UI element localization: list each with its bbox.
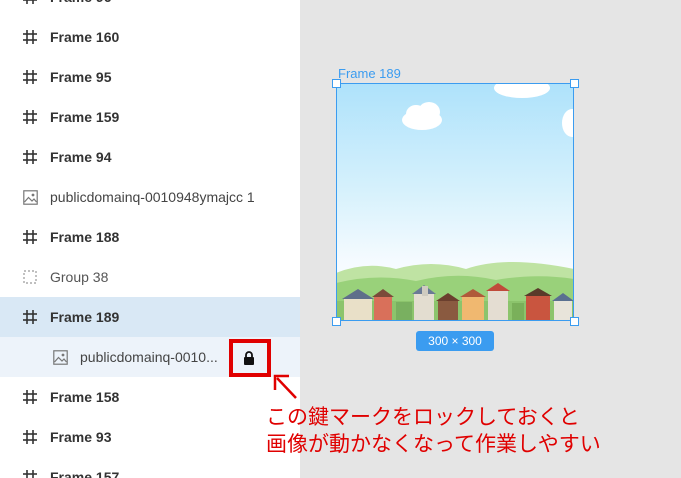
group-icon bbox=[22, 269, 38, 285]
annotation-line-1: この鍵マークをロックしておくと bbox=[266, 405, 580, 429]
selection-border bbox=[336, 83, 574, 321]
layer-label: Frame 94 bbox=[50, 149, 112, 165]
layer-label: Frame 160 bbox=[50, 29, 120, 45]
layer-row[interactable]: Frame 93 bbox=[0, 417, 300, 457]
annotation-text: この鍵マークをロックしておくと 画像が動かなくなって作業しやすい bbox=[266, 404, 601, 458]
layer-label: Frame 96 bbox=[50, 0, 111, 5]
frame-icon bbox=[22, 469, 38, 478]
layer-label: publicdomainq-0010... bbox=[80, 349, 218, 365]
layer-row[interactable]: Frame 159 bbox=[0, 97, 300, 137]
layer-label: Frame 158 bbox=[50, 389, 120, 405]
layer-label: Frame 157 bbox=[50, 469, 120, 478]
frame-icon bbox=[22, 309, 38, 325]
frame-icon bbox=[22, 389, 38, 405]
layer-row[interactable]: Frame 96 bbox=[0, 0, 300, 17]
frame-icon bbox=[22, 69, 38, 85]
layer-label: Frame 93 bbox=[50, 429, 112, 445]
resize-handle-bottom-right[interactable] bbox=[570, 317, 579, 326]
image-icon bbox=[52, 349, 68, 365]
lock-icon[interactable] bbox=[243, 351, 255, 365]
resize-handle-bottom-left[interactable] bbox=[332, 317, 341, 326]
layer-row[interactable]: publicdomainq-0010948ymajcc 1 bbox=[0, 177, 300, 217]
layer-row[interactable]: Frame 158 bbox=[0, 377, 300, 417]
frame-icon bbox=[22, 429, 38, 445]
layer-label: Frame 95 bbox=[50, 69, 112, 85]
layer-row[interactable]: Frame 157 bbox=[0, 457, 300, 478]
layer-label: Frame 159 bbox=[50, 109, 120, 125]
frame-title[interactable]: Frame 189 bbox=[338, 66, 401, 81]
frame-icon bbox=[22, 0, 38, 5]
layer-row[interactable]: Frame 160 bbox=[0, 17, 300, 57]
layer-row[interactable]: Frame 95 bbox=[0, 57, 300, 97]
annotation-arrow bbox=[273, 374, 297, 399]
layer-label: Frame 188 bbox=[50, 229, 120, 245]
frame-icon bbox=[22, 229, 38, 245]
size-badge: 300 × 300 bbox=[416, 331, 494, 351]
annotation-line-2: 画像が動かなくなって作業しやすい bbox=[266, 432, 601, 456]
layer-label: publicdomainq-0010948ymajcc 1 bbox=[50, 189, 255, 205]
layer-label: Group 38 bbox=[50, 269, 109, 285]
layers-panel: Frame 96 Frame 160 Frame 95 Frame 159 Frame … bbox=[0, 0, 300, 478]
resize-handle-top-right[interactable] bbox=[570, 79, 579, 88]
layer-row[interactable]: Frame 189 bbox=[0, 297, 300, 337]
layer-row[interactable]: Frame 94 bbox=[0, 137, 300, 177]
frame-icon bbox=[22, 149, 38, 165]
layer-row[interactable]: Frame 188 bbox=[0, 217, 300, 257]
layer-label: Frame 189 bbox=[50, 309, 120, 325]
resize-handle-top-left[interactable] bbox=[332, 79, 341, 88]
frame-icon bbox=[22, 29, 38, 45]
layer-row[interactable]: Group 38 bbox=[0, 257, 300, 297]
frame-icon bbox=[22, 109, 38, 125]
image-icon bbox=[22, 189, 38, 205]
